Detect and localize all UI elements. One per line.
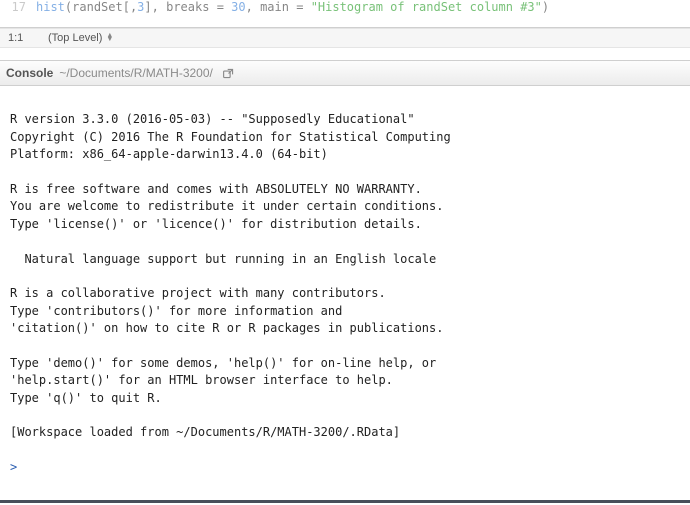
gutter-line-number: 17 bbox=[4, 0, 26, 14]
token-string: "Histogram of randSet column #3" bbox=[311, 0, 542, 14]
source-status-bar: 1:1 (Top Level) ▲▼ bbox=[0, 28, 690, 48]
console-prompt[interactable]: > bbox=[10, 460, 17, 474]
token-punct: ], bbox=[144, 0, 158, 14]
pane-divider[interactable] bbox=[0, 48, 690, 60]
source-editor[interactable]: 17 hist(randSet[,3], breaks = 30, main =… bbox=[0, 0, 690, 28]
r-startup-banner: R version 3.3.0 (2016-05-03) -- "Suppose… bbox=[10, 112, 451, 439]
console-tabbar: Console ~/Documents/R/MATH-3200/ bbox=[0, 60, 690, 86]
token-punct: , bbox=[246, 0, 253, 14]
scope-selector[interactable]: (Top Level) ▲▼ bbox=[48, 32, 113, 44]
token-punct: [, bbox=[123, 0, 137, 14]
console-tab[interactable]: Console bbox=[6, 66, 53, 80]
scope-label: (Top Level) bbox=[48, 32, 102, 44]
window-border bbox=[0, 502, 690, 503]
source-line[interactable]: 17 hist(randSet[,3], breaks = 30, main =… bbox=[0, 0, 690, 16]
cursor-position: 1:1 bbox=[8, 32, 36, 44]
token-function: hist bbox=[36, 0, 65, 14]
token-ident: randSet bbox=[72, 0, 123, 14]
token-punct: ) bbox=[542, 0, 549, 14]
console-working-dir[interactable]: ~/Documents/R/MATH-3200/ bbox=[59, 66, 213, 80]
token-punct: = bbox=[296, 0, 303, 14]
token-punct: = bbox=[217, 0, 224, 14]
console-output[interactable]: R version 3.3.0 (2016-05-03) -- "Suppose… bbox=[0, 86, 690, 502]
token-number: 30 bbox=[231, 0, 245, 14]
source-tokens: hist(randSet[,3], breaks = 30, main = "H… bbox=[36, 0, 549, 14]
token-ident: main bbox=[260, 0, 289, 14]
stepper-icon: ▲▼ bbox=[106, 34, 113, 42]
popout-icon[interactable] bbox=[221, 65, 237, 81]
token-ident: breaks bbox=[166, 0, 209, 14]
